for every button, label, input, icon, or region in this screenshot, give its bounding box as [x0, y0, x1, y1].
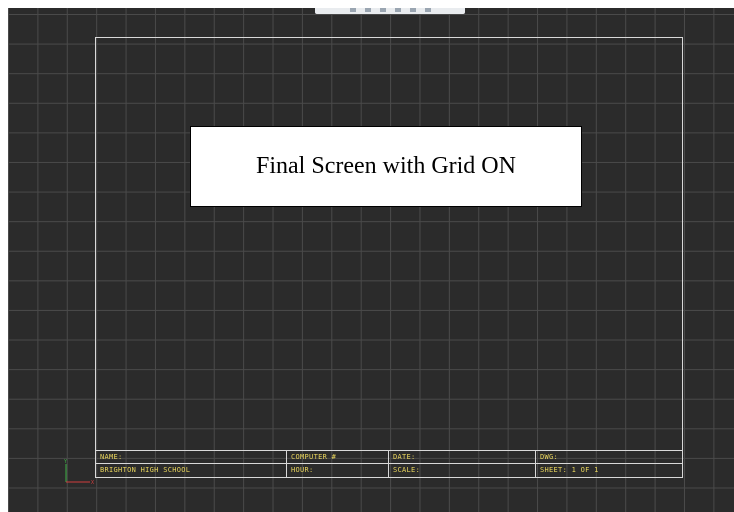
drawing-canvas[interactable]: NAME: COMPUTER # DATE: DWG: BRIGHTON HIG…	[8, 8, 734, 512]
title-date-field: DATE:	[389, 451, 536, 464]
callout-box: Final Screen with Grid ON	[190, 126, 582, 207]
toolbar-icon[interactable]	[409, 8, 416, 12]
toolbar-icon[interactable]	[379, 8, 386, 12]
toolbar-icon[interactable]	[349, 8, 356, 12]
title-sheet-field: SHEET: 1 OF 1	[540, 466, 599, 474]
title-scale-field: SCALE:	[389, 464, 536, 477]
toolbar-icon[interactable]	[394, 8, 401, 12]
title-name-field: NAME:	[96, 451, 287, 464]
axis-triad-icon: Y X	[64, 459, 94, 486]
title-dwg-field: DWG:	[536, 451, 682, 464]
title-hour-field: HOUR:	[287, 464, 389, 477]
drawing-border	[95, 37, 683, 478]
view-toolbar[interactable]	[315, 8, 465, 14]
toolbar-icon[interactable]	[364, 8, 371, 12]
title-school-field: BRIGHTON HIGH SCHOOL	[96, 464, 287, 477]
toolbar-icon[interactable]	[424, 8, 431, 12]
x-axis-label: X	[91, 480, 94, 486]
callout-text: Final Screen with Grid ON	[256, 153, 516, 179]
title-block: NAME: COMPUTER # DATE: DWG: BRIGHTON HIG…	[95, 450, 683, 478]
y-axis-label: Y	[64, 459, 67, 465]
title-computer-field: COMPUTER #	[287, 451, 389, 464]
